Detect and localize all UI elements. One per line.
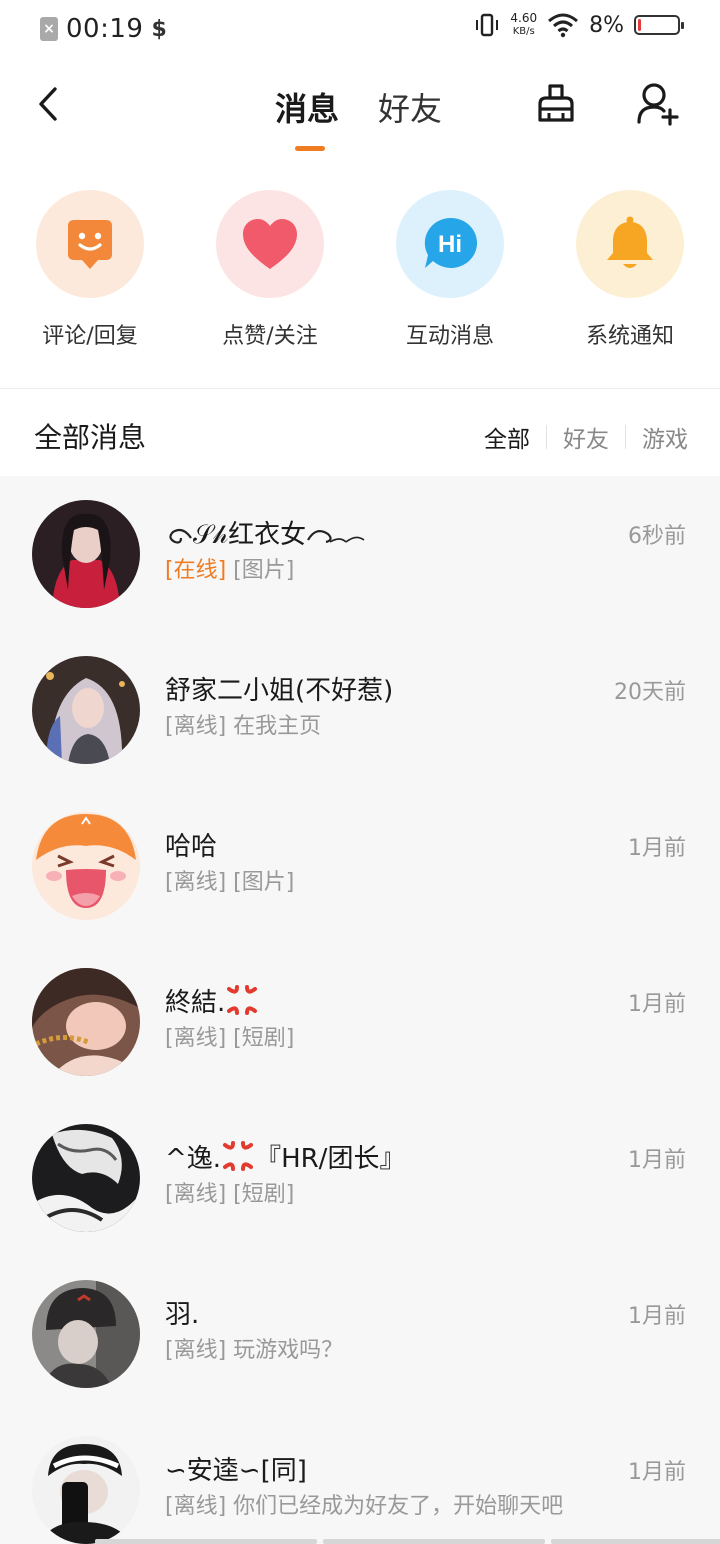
- preview-text: [短剧]: [233, 1182, 295, 1207]
- decorative-swirl-icon: [307, 529, 365, 544]
- status-bar: × 00:19 $ 4.60 KB/s 8%: [0, 0, 720, 58]
- message-preview: [在线] [图片]: [165, 552, 294, 584]
- system-entry-circle[interactable]: [576, 190, 684, 298]
- message-item[interactable]: 舒家二小姐(不好惹) 20天前 [离线] 在我主页: [0, 632, 720, 788]
- filter-friends[interactable]: 好友: [547, 420, 625, 454]
- quick-entry-comments[interactable]: 评论/回复: [0, 190, 180, 350]
- quick-entry-label: 点赞/关注: [222, 324, 318, 349]
- add-friend-button[interactable]: [634, 80, 682, 128]
- section-divider: [0, 388, 720, 389]
- top-header: 消息 好友: [0, 70, 720, 160]
- avatar[interactable]: [32, 812, 140, 920]
- hi-bubble-icon: Hi: [424, 217, 478, 268]
- avatar[interactable]: [32, 500, 140, 608]
- offline-status: [离线]: [165, 1182, 227, 1207]
- message-time: 1月前: [628, 1148, 686, 1173]
- avatar[interactable]: [32, 968, 140, 1076]
- chevron-left-icon: [39, 87, 57, 121]
- tab-messages[interactable]: 消息: [275, 84, 339, 130]
- preview-text: [图片]: [233, 558, 295, 583]
- likes-entry-circle[interactable]: [216, 190, 324, 298]
- notification-close-icon: ×: [40, 17, 58, 41]
- quick-entry-label: 系统通知: [585, 324, 674, 349]
- avatar[interactable]: [32, 1436, 140, 1544]
- message-time: 1月前: [628, 836, 686, 861]
- anger-emoji-icon: [227, 985, 258, 1015]
- contact-name: 𝒮𝒽红衣女: [165, 514, 366, 551]
- tab-friends[interactable]: 好友: [378, 84, 442, 130]
- preview-text: 你们已经成为好友了，开始聊天吧: [233, 1494, 564, 1519]
- vibrate-icon: [476, 13, 499, 37]
- preview-text: [短剧]: [233, 1026, 295, 1051]
- avatar[interactable]: [32, 656, 140, 764]
- message-time: 6秒前: [628, 524, 686, 549]
- offline-status: [离线]: [165, 714, 227, 739]
- contact-name: ^逸. 『HR/团长』: [165, 1138, 405, 1175]
- filter-games[interactable]: 游戏: [626, 420, 688, 454]
- message-item[interactable]: ^逸. 『HR/团长』 1月前 [离线] [短剧]: [0, 1100, 720, 1256]
- message-filter-bar: 全部消息 全部 好友 游戏: [0, 390, 720, 476]
- offline-status: [离线]: [165, 870, 227, 895]
- broom-clean-icon: [538, 84, 574, 122]
- preview-text: 在我主页: [233, 714, 322, 739]
- message-item[interactable]: 羽. 1月前 [离线] 玩游戏吗？: [0, 1256, 720, 1412]
- message-item[interactable]: 終結. 1月前 [离线] [短剧]: [0, 944, 720, 1100]
- add-user-icon: [637, 83, 679, 126]
- battery-percent: 8%: [589, 12, 624, 38]
- message-item[interactable]: 𝒮𝒽红衣女 6秒前 [在线] [图片]: [0, 476, 720, 632]
- quick-entry-row: 评论/回复 点赞/关注 Hi 互动消息 系统通知: [0, 190, 720, 360]
- filter-options: 全部 好友 游戏: [468, 420, 688, 454]
- message-preview: [离线] 在我主页: [165, 708, 321, 740]
- contact-name: 舒家二小姐(不好惹): [165, 676, 394, 706]
- interaction-entry-circle[interactable]: Hi: [396, 190, 504, 298]
- quick-entry-label: 互动消息: [405, 324, 494, 349]
- message-preview: [离线] 你们已经成为好友了，开始聊天吧: [165, 1488, 563, 1520]
- preview-text: 玩游戏吗？: [233, 1338, 344, 1363]
- contact-name: ∽安逵∽[同]: [165, 1456, 307, 1486]
- message-preview: [离线] 玩游戏吗？: [165, 1332, 343, 1364]
- message-preview: [离线] [短剧]: [165, 1176, 294, 1208]
- quick-entry-system[interactable]: 系统通知: [540, 190, 720, 350]
- bottom-scroll-strip: [95, 1539, 720, 1544]
- offline-status: [离线]: [165, 1494, 227, 1519]
- message-item[interactable]: ∽安逵∽[同] 1月前 [离线] 你们已经成为好友了，开始聊天吧: [0, 1412, 720, 1544]
- message-preview: [离线] [图片]: [165, 864, 294, 896]
- offline-status: [离线]: [165, 1026, 227, 1051]
- anger-emoji-icon: [223, 1141, 254, 1171]
- offline-status: [离线]: [165, 1338, 227, 1363]
- message-preview: [离线] [短剧]: [165, 1020, 294, 1052]
- message-item[interactable]: 哈哈 1月前 [离线] [图片]: [0, 788, 720, 944]
- screenshot-icon: $: [151, 16, 167, 42]
- contact-name: 終結.: [165, 982, 259, 1019]
- preview-text: [图片]: [233, 870, 295, 895]
- active-tab-indicator: [295, 146, 325, 151]
- net-speed: 4.60 KB/s: [510, 11, 538, 38]
- message-time: 1月前: [628, 992, 686, 1017]
- message-time: 1月前: [628, 1304, 686, 1329]
- quick-entry-label: 评论/回复: [42, 324, 138, 349]
- message-list: 𝒮𝒽红衣女 6秒前 [在线] [图片] 舒家二小姐(不好惹) 20天前 [离线]…: [0, 476, 720, 1544]
- quick-entry-likes[interactable]: 点赞/关注: [180, 190, 360, 350]
- message-time: 20天前: [614, 680, 686, 705]
- filter-all[interactable]: 全部: [468, 420, 546, 454]
- bell-icon: [607, 216, 653, 268]
- clear-unread-button[interactable]: [532, 80, 580, 128]
- online-status: [在线]: [165, 558, 227, 583]
- heart-icon: [243, 219, 297, 269]
- back-button[interactable]: [28, 82, 68, 126]
- contact-name: 羽.: [165, 1300, 200, 1330]
- message-time: 1月前: [628, 1460, 686, 1485]
- battery-icon: [634, 15, 684, 35]
- wifi-icon: [548, 13, 579, 38]
- svg-text:Hi: Hi: [438, 231, 462, 258]
- contact-name: 哈哈: [165, 832, 218, 862]
- avatar[interactable]: [32, 1124, 140, 1232]
- comment-entry-circle[interactable]: [36, 190, 144, 298]
- all-messages-title: 全部消息: [34, 421, 147, 454]
- decorative-swirl-icon: [169, 528, 192, 544]
- comment-smile-icon: [68, 220, 112, 269]
- quick-entry-interactions[interactable]: Hi 互动消息: [360, 190, 540, 350]
- status-time: 00:19: [66, 14, 144, 44]
- avatar[interactable]: [32, 1280, 140, 1388]
